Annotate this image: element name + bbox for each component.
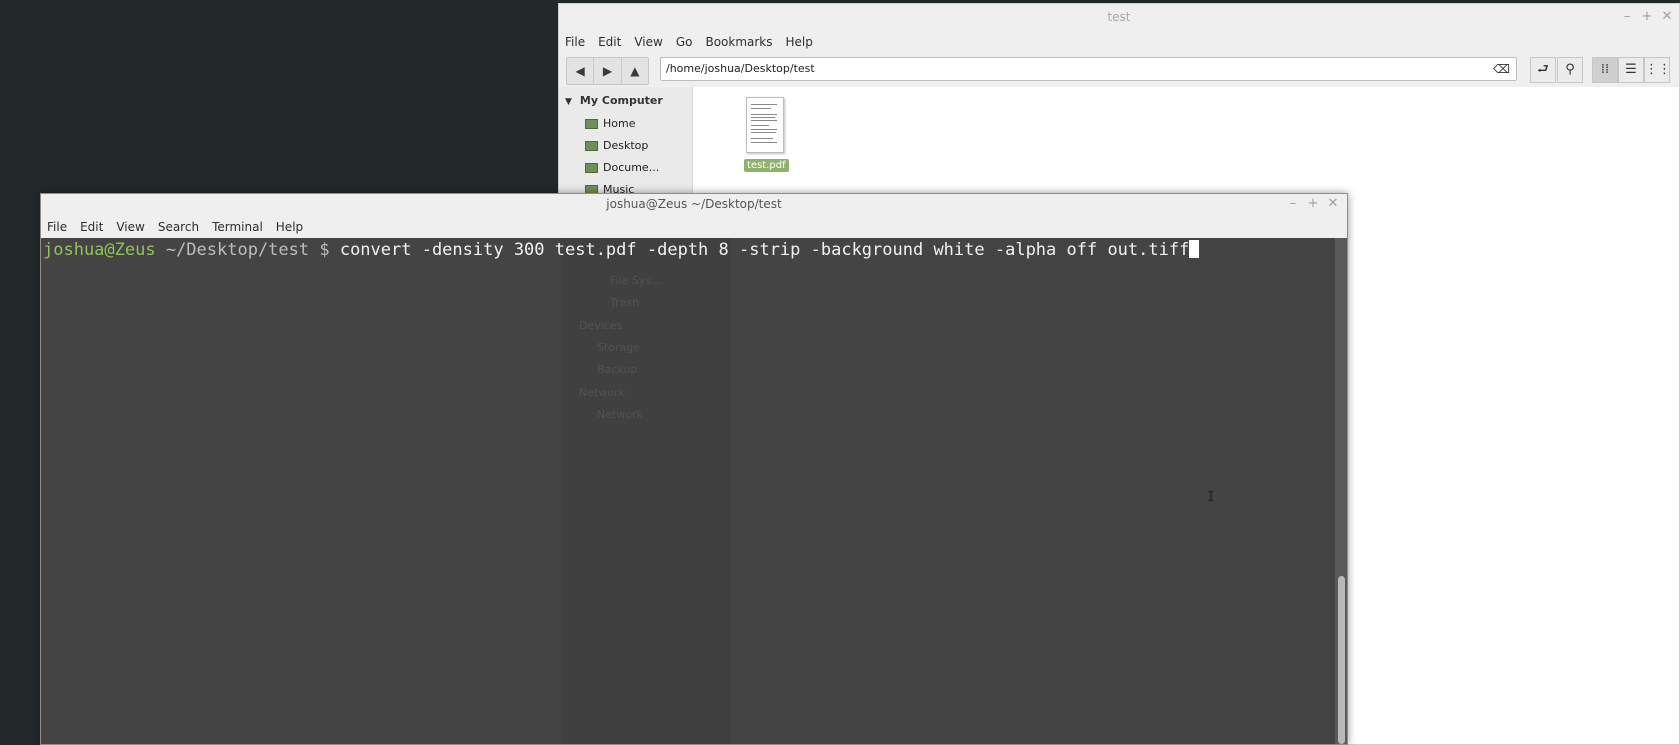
fm-toolbar: ◀ ▶ ▲ /home/joshua/Desktop/test ⌫ ⮐ ⚲ ⁞⁞…	[559, 53, 1679, 88]
desktop-folder-icon	[585, 141, 598, 151]
maximize-icon[interactable]: +	[1641, 4, 1653, 30]
triangle-down-icon: ▼	[565, 97, 572, 107]
fm-menu-view[interactable]: View	[634, 35, 662, 49]
nav-buttons: ◀ ▶ ▲	[566, 57, 649, 85]
fm-menu-help[interactable]: Help	[786, 35, 813, 49]
search-button[interactable]: ⚲	[1557, 57, 1583, 83]
forward-button[interactable]: ▶	[594, 58, 622, 84]
location-text: /home/joshua/Desktop/test	[666, 62, 815, 75]
minimize-icon[interactable]: –	[1621, 4, 1633, 30]
toggle-location-icon: ⮐	[1537, 62, 1549, 77]
sidebar-heading-my-computer[interactable]: ▼ My Computer	[559, 87, 692, 107]
terminal-title: joshua@Zeus ~/Desktop/test	[606, 197, 782, 211]
term-menu-terminal[interactable]: Terminal	[212, 220, 263, 234]
command-text: convert -density 300 test.pdf -depth 8 -…	[339, 240, 1190, 260]
compact-view-icon: ⋮⋮	[1645, 62, 1671, 77]
term-menu-file[interactable]: File	[47, 220, 67, 234]
location-bar[interactable]: /home/joshua/Desktop/test ⌫	[660, 57, 1517, 81]
fm-menu-edit[interactable]: Edit	[598, 35, 621, 49]
term-menu-search[interactable]: Search	[158, 220, 199, 234]
sidebar-item-desktop[interactable]: Desktop	[559, 135, 692, 157]
file-item-test-pdf[interactable]: test.pdf	[744, 97, 789, 172]
sidebar-item-documents[interactable]: Docume...	[559, 157, 692, 179]
ibeam-cursor-icon: I	[1207, 490, 1215, 505]
close-icon[interactable]: ✕	[1327, 194, 1339, 214]
fm-menu-bookmarks[interactable]: Bookmarks	[705, 35, 772, 49]
list-view-button[interactable]: ☰	[1618, 57, 1644, 83]
grid-view-icon: ⁞⁞	[1600, 62, 1610, 77]
text-cursor	[1189, 240, 1200, 258]
home-folder-icon	[585, 119, 598, 129]
sidebar-item-home[interactable]: Home	[559, 113, 692, 135]
up-button[interactable]: ▲	[622, 58, 648, 84]
fm-titlebar[interactable]: test – + ✕	[559, 4, 1679, 31]
fm-menu-go[interactable]: Go	[676, 35, 693, 49]
list-view-icon: ☰	[1625, 62, 1637, 77]
back-button[interactable]: ◀	[567, 58, 595, 84]
pdf-thumbnail-icon	[746, 97, 784, 153]
prompt-user: joshua@Zeus	[43, 240, 156, 260]
terminal-scrollbar[interactable]	[1335, 238, 1347, 744]
terminal-titlebar[interactable]: joshua@Zeus ~/Desktop/test – + ✕	[41, 194, 1347, 215]
minimize-icon[interactable]: –	[1287, 194, 1299, 214]
backspace-icon[interactable]: ⌫	[1493, 58, 1510, 80]
arrow-up-icon: ▲	[630, 64, 640, 78]
term-menu-view[interactable]: View	[116, 220, 144, 234]
arrow-left-icon: ◀	[575, 64, 585, 78]
toggle-location-button[interactable]: ⮐	[1530, 57, 1556, 83]
icon-view-button[interactable]: ⁞⁞	[1592, 57, 1618, 83]
terminal-screen[interactable]: joshua@Zeus ~/Desktop/test $ convert -de…	[41, 238, 1335, 744]
term-menu-edit[interactable]: Edit	[80, 220, 103, 234]
scrollbar-thumb[interactable]	[1338, 576, 1345, 744]
close-icon[interactable]: ✕	[1661, 4, 1673, 30]
documents-folder-icon	[585, 163, 598, 173]
term-menu-help[interactable]: Help	[276, 220, 303, 234]
fm-title: test	[1107, 10, 1131, 24]
fm-menu-file[interactable]: File	[565, 35, 585, 49]
maximize-icon[interactable]: +	[1307, 194, 1319, 214]
arrow-right-icon: ▶	[602, 64, 613, 78]
prompt-path: ~/Desktop/test $	[155, 240, 340, 260]
compact-view-button[interactable]: ⋮⋮	[1644, 57, 1671, 83]
fm-menubar: File Edit View Go Bookmarks Help	[559, 31, 1679, 53]
search-icon: ⚲	[1565, 62, 1575, 77]
terminal-menubar: File Edit View Search Terminal Help	[41, 215, 1347, 238]
terminal-window[interactable]: joshua@Zeus ~/Desktop/test – + ✕ File Ed…	[40, 193, 1348, 745]
file-name: test.pdf	[744, 159, 789, 172]
